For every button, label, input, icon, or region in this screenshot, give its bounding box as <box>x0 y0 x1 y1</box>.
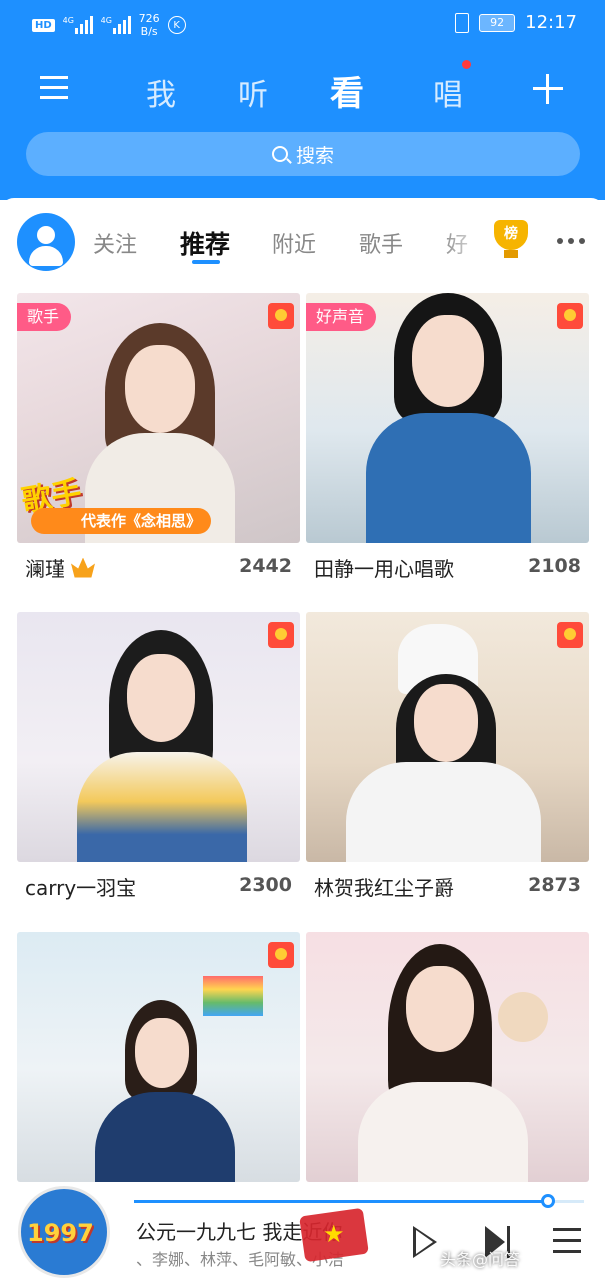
speed-unit: B/s <box>140 25 158 38</box>
room-card[interactable]: 林贺我红尘子爵 2873 <box>306 612 589 932</box>
progress-knob[interactable] <box>541 1194 555 1208</box>
progress-bar[interactable] <box>134 1194 584 1208</box>
content-panel: 关注 推荐 附近 歌手 好 榜 歌手 歌手 代表作《念相思》 澜瑾 <box>0 198 605 1280</box>
battery-icon: 92 <box>479 13 516 32</box>
viewer-count: 2108 <box>528 555 581 577</box>
red-packet-icon[interactable] <box>268 622 294 648</box>
room-card[interactable]: 歌手 歌手 代表作《念相思》 澜瑾 2442 <box>17 293 300 613</box>
room-thumbnail <box>17 612 300 862</box>
category-tabs: 关注 推荐 附近 歌手 好 榜 <box>0 198 605 288</box>
network-type-label-2: 4G <box>100 16 112 25</box>
album-cover-text: 1997 <box>27 1219 94 1247</box>
room-card[interactable]: 好声音 田静一用心唱歌 2108 <box>306 293 589 613</box>
speed-value: 726 <box>138 12 160 25</box>
room-card[interactable]: carry一羽宝 2300 <box>17 612 300 932</box>
main-nav: 我 听 看 唱 <box>0 60 605 120</box>
top-header: HD 4G 4G 726 B/s K 92 12:17 我 听 看 唱 搜索 <box>0 0 605 200</box>
room-thumbnail <box>306 612 589 862</box>
room-thumbnail <box>17 932 300 1182</box>
room-thumbnail: 好声音 <box>306 293 589 543</box>
crown-icon <box>71 557 95 578</box>
watermark-text: 头条@问答 <box>440 1250 521 1269</box>
notification-dot <box>462 60 471 69</box>
active-tab-indicator <box>192 260 220 264</box>
room-name: 田静一用心唱歌 <box>314 557 454 581</box>
user-avatar[interactable] <box>17 213 75 271</box>
more-icon[interactable] <box>557 238 587 246</box>
rank-label: 榜 <box>494 220 528 250</box>
status-bar: HD 4G 4G 726 B/s K 92 12:17 <box>0 0 605 50</box>
progress-fill <box>134 1200 548 1203</box>
red-packet-icon[interactable] <box>268 303 294 329</box>
k-song-icon: K <box>167 16 186 34</box>
play-icon[interactable] <box>413 1226 437 1258</box>
tab-follow[interactable]: 关注 <box>93 227 137 259</box>
vibrate-icon <box>455 12 470 33</box>
tab-nearby[interactable]: 附近 <box>272 227 316 259</box>
menu-icon[interactable] <box>40 76 68 100</box>
search-placeholder: 搜索 <box>295 144 334 167</box>
room-name: carry一羽宝 <box>25 876 137 900</box>
red-packet-icon[interactable] <box>268 942 294 968</box>
status-right: 92 12:17 <box>455 12 577 33</box>
network-type-label: 4G <box>62 16 74 25</box>
nav-tab-watch[interactable]: 看 <box>330 66 364 115</box>
tab-fade <box>440 218 490 268</box>
room-tag: 好声音 <box>306 303 377 331</box>
nav-tab-listen[interactable]: 听 <box>238 70 268 114</box>
trophy-icon[interactable]: 榜 <box>490 220 532 260</box>
viewer-count: 2300 <box>239 874 292 896</box>
star-icon: ★ <box>323 1220 345 1248</box>
room-name-text: 澜瑾 <box>25 557 65 581</box>
album-cover[interactable]: 1997 <box>18 1186 110 1278</box>
status-left: HD 4G 4G 726 B/s K <box>32 12 186 38</box>
network-speed: 726 B/s <box>139 12 160 38</box>
hd-badge: HD <box>32 18 55 32</box>
search-icon <box>271 146 288 162</box>
viewer-count: 2873 <box>528 874 581 896</box>
tab-singer[interactable]: 歌手 <box>359 227 403 259</box>
room-card[interactable] <box>17 932 300 1186</box>
room-name: 林贺我红尘子爵 <box>314 876 454 900</box>
room-card[interactable] <box>306 932 589 1186</box>
signal-icon: 4G <box>63 16 93 34</box>
clock: 12:17 <box>525 12 577 33</box>
playlist-icon[interactable] <box>553 1228 581 1256</box>
room-name: 澜瑾 <box>25 553 95 582</box>
room-tag: 歌手 <box>17 303 72 331</box>
plus-icon[interactable] <box>533 74 563 104</box>
room-thumbnail <box>306 932 589 1182</box>
nav-tab-sing[interactable]: 唱 <box>433 70 463 114</box>
red-packet-icon[interactable] <box>557 303 583 329</box>
tab-recommend[interactable]: 推荐 <box>180 225 230 261</box>
room-promo: 代表作《念相思》 <box>31 508 212 534</box>
nav-tab-me[interactable]: 我 <box>146 70 176 114</box>
room-thumbnail: 歌手 歌手 代表作《念相思》 <box>17 293 300 543</box>
viewer-count: 2442 <box>239 555 292 577</box>
search-bar[interactable]: 搜索 <box>26 132 580 176</box>
signal-icon-2: 4G <box>101 16 131 34</box>
red-packet-icon[interactable] <box>557 622 583 648</box>
